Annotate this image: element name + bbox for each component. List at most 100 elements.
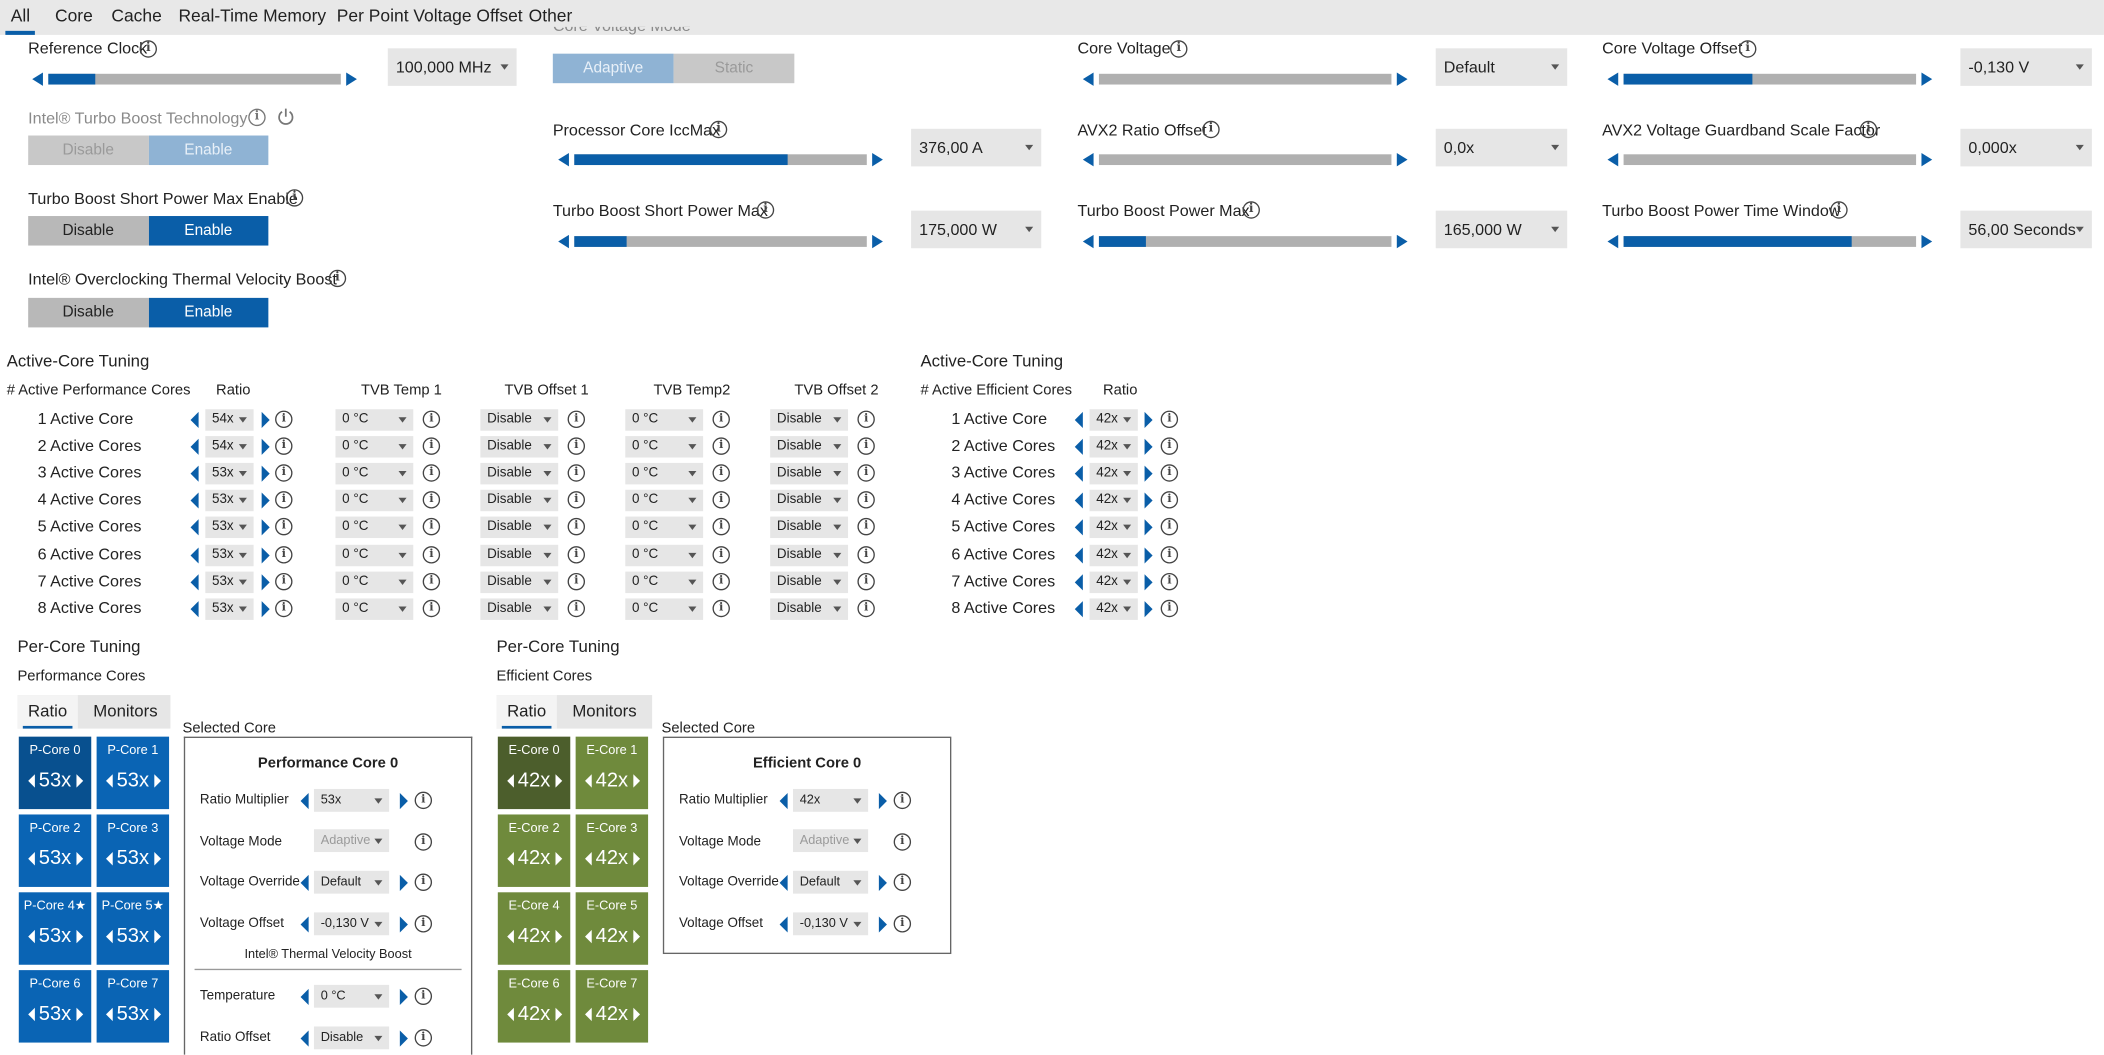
tile-decrease-icon[interactable] [585, 852, 592, 866]
avx2-guardband-dropdown[interactable]: 0,000x [1960, 128, 2092, 167]
ratio-dropdown[interactable]: 42x [1089, 490, 1138, 512]
ratio-dropdown[interactable]: 53x [205, 517, 254, 539]
tvb-offset2-dropdown[interactable]: Disable [770, 544, 849, 566]
tile-decrease-icon[interactable] [106, 1007, 113, 1022]
slider-decrease-icon[interactable] [1082, 234, 1094, 249]
slider-increase-icon[interactable] [1396, 72, 1408, 86]
ratio-info-icon[interactable]: i [1160, 545, 1179, 563]
tile-decrease-icon[interactable] [507, 852, 514, 866]
otvb-info-icon[interactable]: i [328, 269, 347, 288]
tvb-offset2-dropdown[interactable]: Disable [770, 571, 849, 593]
core-tile[interactable]: P-Core 2 53x [18, 814, 92, 887]
ratio-dropdown[interactable]: 53x [205, 463, 254, 485]
tvb-offset1-info-icon[interactable]: i [567, 464, 586, 482]
short-power-max-slider[interactable] [558, 233, 883, 249]
perf-ratio-dropdown[interactable]: 53x [313, 788, 390, 812]
perf-voff-info-icon[interactable]: i [414, 915, 433, 933]
tvb-offset2-info-icon[interactable]: i [857, 599, 875, 617]
tab-monitors[interactable]: Monitors [560, 695, 650, 729]
tvb-offset2-info-icon[interactable]: i [857, 464, 875, 482]
tile-decrease-icon[interactable] [106, 852, 113, 866]
tvb-offset1-dropdown[interactable]: Disable [480, 463, 559, 485]
ratio-info-icon[interactable]: i [275, 410, 293, 429]
tile-decrease-icon[interactable] [28, 774, 35, 788]
ratio-increase-icon[interactable] [261, 600, 270, 617]
ratio-dropdown[interactable]: 42x [1089, 571, 1138, 593]
core-voltage-offset-dropdown[interactable]: -0,130 V [1960, 48, 2092, 86]
slider-decrease-icon[interactable] [32, 72, 43, 86]
ratio-info-icon[interactable]: i [275, 599, 293, 617]
ratio-dropdown[interactable]: 42x [1089, 463, 1138, 485]
tvb-temp1-dropdown[interactable]: 0 °C [335, 436, 414, 458]
ratio-dropdown[interactable]: 53x [205, 544, 254, 566]
tile-decrease-icon[interactable] [28, 929, 35, 944]
tvb-offset1-dropdown[interactable]: Disable [480, 598, 559, 620]
turbo-boost-tech-toggle[interactable]: Disable Enable [28, 135, 269, 166]
tvb-temp1-info-icon[interactable]: i [422, 491, 441, 509]
tvb-offset1-dropdown[interactable]: Disable [480, 571, 559, 593]
eff-voff-dropdown[interactable]: -0,130 V [793, 912, 869, 936]
tvb-temp1-info-icon[interactable]: i [422, 545, 441, 563]
slider-increase-icon[interactable] [1921, 152, 1933, 167]
eff-ratio-info-icon[interactable]: i [893, 791, 912, 810]
tvb-offset1-info-icon[interactable]: i [567, 572, 586, 590]
tile-increase-icon[interactable] [76, 774, 84, 788]
adaptive-option[interactable]: Adaptive [552, 53, 674, 84]
perf-vmode-info-icon[interactable]: i [414, 833, 433, 851]
roff-decrease-icon[interactable] [300, 1030, 309, 1047]
tvb-temp2-info-icon[interactable]: i [712, 572, 730, 590]
core-tile[interactable]: E-Core 4 42x [497, 892, 571, 965]
ratio-increase-icon[interactable] [261, 438, 270, 455]
temp-increase-icon[interactable] [399, 988, 408, 1006]
perf-ratio-info-icon[interactable]: i [414, 791, 433, 810]
iccmax-slider[interactable] [558, 152, 883, 168]
tvb-offset2-info-icon[interactable]: i [857, 572, 875, 590]
ratio-decrease-icon[interactable] [1074, 492, 1083, 509]
perf-vmode-dropdown[interactable]: Adaptive [313, 829, 390, 853]
tile-increase-icon[interactable] [555, 852, 563, 866]
ratio-decrease-icon[interactable] [1074, 411, 1083, 429]
tvb-temp1-info-icon[interactable]: i [422, 410, 441, 429]
eff-vover-info-icon[interactable]: i [893, 873, 912, 891]
ratio-increase-icon[interactable] [261, 573, 270, 590]
ratio-dropdown[interactable]: 42x [1089, 544, 1138, 566]
enable-option[interactable]: Enable [148, 216, 269, 246]
tvb-temp1-dropdown[interactable]: 0 °C [335, 544, 414, 566]
ratio-decrease-icon[interactable] [1074, 438, 1083, 455]
tab-ratio[interactable]: Ratio [496, 695, 557, 729]
tile-increase-icon[interactable] [555, 929, 563, 944]
tile-increase-icon[interactable] [76, 1007, 84, 1022]
tvb-temp2-dropdown[interactable]: 0 °C [625, 544, 704, 566]
tvb-temp2-info-icon[interactable]: i [712, 545, 730, 563]
tvb-temp1-dropdown[interactable]: 0 °C [335, 571, 414, 593]
core-voltage-slider[interactable] [1082, 71, 1408, 87]
ratio-increase-icon[interactable] [1144, 465, 1153, 482]
ratio-decrease-icon[interactable] [1074, 600, 1083, 617]
ratio-info-icon[interactable]: i [1160, 410, 1179, 429]
ratio-info-icon[interactable]: i [275, 545, 293, 563]
tvb-offset1-info-icon[interactable]: i [567, 545, 586, 563]
power-max-dropdown[interactable]: 165,000 W [1435, 210, 1568, 249]
tvb-temp2-info-icon[interactable]: i [712, 410, 730, 429]
temp-decrease-icon[interactable] [300, 988, 309, 1006]
slider-increase-icon[interactable] [1396, 152, 1408, 167]
ratio-dropdown[interactable]: 42x [1089, 598, 1138, 620]
core-tile[interactable]: P-Core 0 53x [18, 736, 92, 810]
tvb-temp1-info-icon[interactable]: i [422, 572, 441, 590]
perf-temp-dropdown[interactable]: 0 °C [313, 984, 390, 1008]
tvb-offset2-dropdown[interactable]: Disable [770, 517, 849, 539]
voff-decrease-icon[interactable] [300, 916, 309, 933]
core-tile[interactable]: E-Core 6 42x [497, 970, 571, 1043]
ratio-increase-icon[interactable] [261, 546, 270, 563]
ratio-info-icon[interactable]: i [275, 572, 293, 590]
ratio-increase-icon[interactable] [261, 411, 270, 429]
ratio-increase-icon[interactable] [1144, 492, 1153, 509]
ratio-decrease-icon[interactable] [190, 492, 199, 509]
tile-increase-icon[interactable] [555, 1007, 563, 1022]
slider-decrease-icon[interactable] [1607, 234, 1619, 249]
ratio-decrease-icon[interactable] [190, 600, 199, 617]
eff-vmode-info-icon[interactable]: i [893, 833, 912, 851]
turbo-boost-tech-info-icon[interactable]: i [248, 108, 266, 127]
ratio-decrease-icon[interactable] [190, 438, 199, 455]
ratio-dropdown[interactable]: 53x [205, 490, 254, 512]
